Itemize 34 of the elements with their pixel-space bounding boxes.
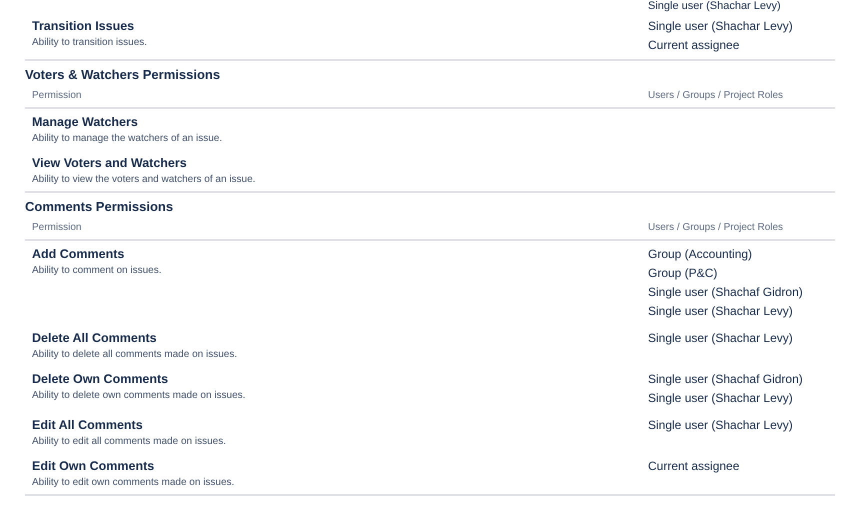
grant-entry: Group (P&C) (648, 265, 718, 282)
grant-entry: Current assignee (648, 458, 740, 475)
grant-entry: Single user (Shachar Levy) (648, 417, 793, 434)
grant-entry: Single user (Shachar Levy) (648, 330, 793, 347)
permission-name: Edit Own Comments (32, 458, 154, 475)
grant-entry: Single user (Shachar Levy) (648, 390, 793, 407)
permission-name: Manage Watchers (32, 114, 138, 131)
grant-entry: Single user (Shachar Levy) (648, 303, 793, 320)
permission-description: Ability to edit all comments made on issues. (32, 435, 226, 449)
section-title: Comments Permissions (25, 199, 174, 215)
permission-description: Ability to manage the watchers of an issue. (32, 132, 222, 146)
grant-entry: Single user (Shachar Levy) (648, 18, 793, 35)
grant-entry: Single user (Shachaf Gidron) (648, 284, 803, 301)
grant-entry: Group (Accounting) (648, 246, 752, 263)
permission-name: View Voters and Watchers (32, 155, 187, 172)
permission-description: Ability to comment on issues. (32, 264, 162, 278)
grant-entry: Single user (Shachar Levy) (648, 0, 781, 13)
column-header: Permission (32, 89, 82, 103)
grant-entry: Single user (Shachaf Gidron) (648, 371, 803, 388)
permission-description: Ability to delete own comments made on issues. (32, 389, 246, 403)
permission-name: Transition Issues (32, 18, 134, 35)
section-title: Voters & Watchers Permissions (25, 67, 220, 83)
permission-name: Delete Own Comments (32, 371, 168, 388)
permission-description: Ability to edit own comments made on issues. (32, 476, 234, 490)
permission-description: Ability to view the voters and watchers of an issue. (32, 173, 256, 187)
permission-description: Ability to transition issues. (32, 36, 148, 50)
grant-entry: Current assignee (648, 37, 740, 54)
permission-description: Ability to delete all comments made on issues. (32, 348, 238, 362)
permission-name: Edit All Comments (32, 417, 143, 434)
permission-name: Add Comments (32, 246, 124, 263)
permission-name: Delete All Comments (32, 330, 157, 347)
column-header: Permission (32, 221, 82, 235)
column-header: Users / Groups / Project Roles (648, 89, 784, 103)
column-header: Users / Groups / Project Roles (648, 221, 784, 235)
